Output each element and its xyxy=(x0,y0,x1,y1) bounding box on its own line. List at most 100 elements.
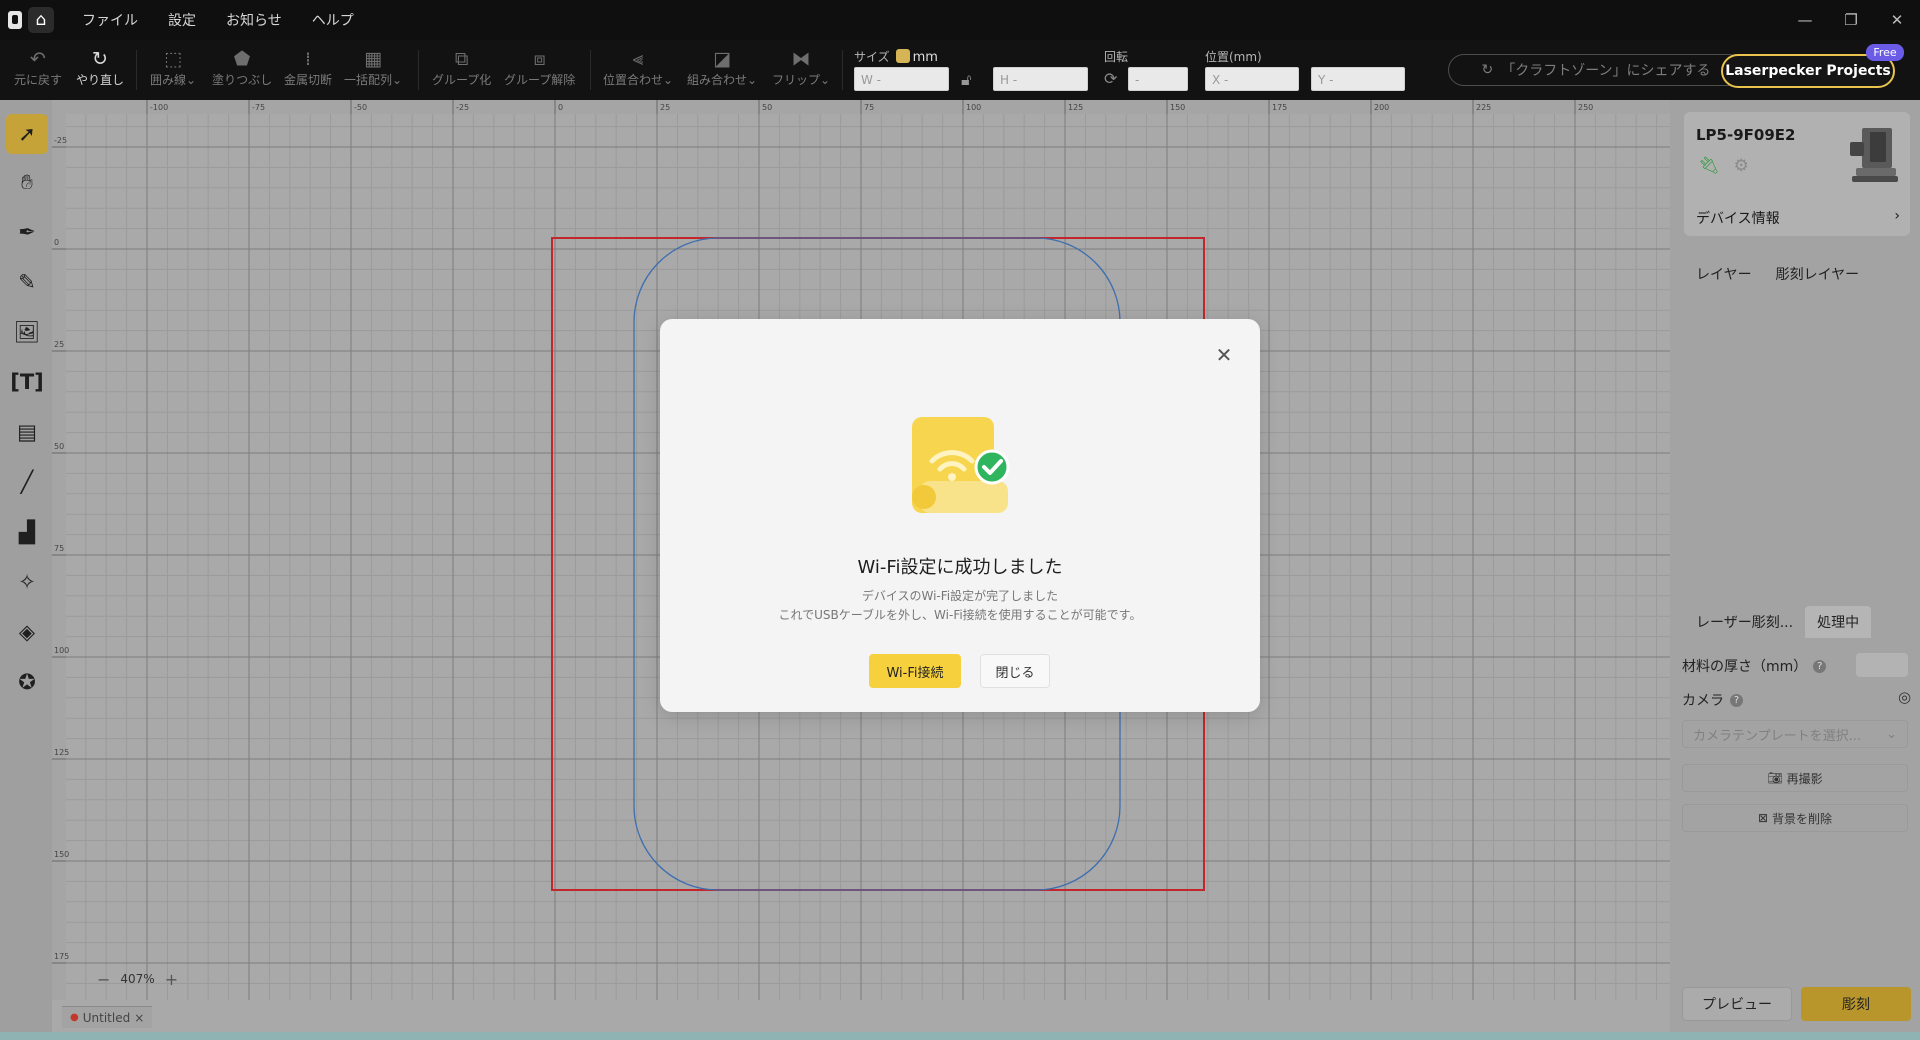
text-tool[interactable]: [T] xyxy=(6,362,48,402)
combine-icon: ◪ xyxy=(713,48,732,70)
ungroup-button[interactable]: ⧈ グループ解除 xyxy=(504,47,575,88)
width-input[interactable]: W - xyxy=(854,67,949,91)
minimize-button[interactable]: — xyxy=(1782,0,1828,40)
app-logo-icon xyxy=(8,11,22,29)
close-window-button[interactable]: ✕ xyxy=(1874,0,1920,40)
menu-settings[interactable]: 設定 xyxy=(154,10,210,30)
table-icon: ▤ xyxy=(17,420,37,444)
document-tab-label: Untitled xyxy=(82,1010,131,1025)
pentagon-icon: ⬟ xyxy=(233,48,251,70)
x-input[interactable]: X - xyxy=(1205,67,1299,91)
close-dialog-icon[interactable]: ✕ xyxy=(1214,343,1234,367)
thickness-input[interactable] xyxy=(1856,653,1908,677)
right-panel: LP5-9F09E2 🔌︎ ⚙ デバイス情報 › レイヤー 彫刻レイヤー レーザ… xyxy=(1670,100,1920,1032)
star-badge-icon: ✪ xyxy=(18,670,36,694)
wifi-connect-button[interactable]: Wi-Fi接続 xyxy=(869,654,961,688)
paint-bucket-icon: ◈ xyxy=(18,620,36,644)
device-info-link[interactable]: デバイス情報 › xyxy=(1696,208,1900,228)
zoom-out-button[interactable]: − xyxy=(97,970,110,989)
lock-icon[interactable]: 🔓︎ xyxy=(961,70,971,90)
usb-plug-icon: 🔌︎ xyxy=(1698,156,1720,176)
ruler-x-tick: 25 xyxy=(660,103,670,112)
taskbar-strip xyxy=(0,1032,1920,1040)
unit-toggle-icon[interactable] xyxy=(895,49,910,63)
combine-label: 組み合わせ⌄ xyxy=(687,73,758,87)
y-input[interactable]: Y - xyxy=(1311,67,1405,91)
engrave-button[interactable]: 彫刻 xyxy=(1801,987,1911,1021)
position-label: 位置(mm) xyxy=(1205,50,1262,64)
metal-cut-label: 金属切断 xyxy=(284,73,333,87)
undo-button[interactable]: ↶ 元に戻す xyxy=(14,47,62,88)
line-icon: ╱ xyxy=(20,470,34,494)
fill-bucket-tool[interactable]: ◈ xyxy=(6,612,48,652)
pencil-tool[interactable]: ✎ xyxy=(6,262,48,302)
select-tool[interactable]: ➚ xyxy=(6,114,48,154)
hand-tool[interactable]: ✋︎ xyxy=(6,162,48,202)
menu-file[interactable]: ファイル xyxy=(68,10,152,30)
outline-icon: ⬚ xyxy=(164,48,183,70)
line-tool[interactable]: ╱ xyxy=(6,462,48,502)
close-button[interactable]: 閉じる xyxy=(980,654,1050,688)
group-icon: ⧉ xyxy=(454,48,469,70)
metal-cut-button[interactable]: ⁞ 金属切断 xyxy=(284,47,332,88)
home-icon[interactable]: ⌂ xyxy=(28,7,54,33)
group-button[interactable]: ⧉ グループ化 xyxy=(432,47,491,88)
material-tool[interactable]: ✪ xyxy=(6,662,48,702)
stamp-tool[interactable]: ▟ xyxy=(6,512,48,552)
preview-button[interactable]: プレビュー xyxy=(1682,987,1792,1021)
flip-label: フリップ⌄ xyxy=(772,73,831,87)
help-icon[interactable]: ? xyxy=(1730,693,1743,707)
metal-cut-icon: ⁞ xyxy=(304,48,312,70)
wifi-success-illustration xyxy=(912,417,1010,513)
tab-processing[interactable]: 処理中 xyxy=(1805,606,1872,638)
ruler-y-tick: 175 xyxy=(54,952,69,961)
array-button[interactable]: ▦ 一括配列⌄ xyxy=(344,47,402,88)
redo-button[interactable]: ↻ やり直し xyxy=(76,47,124,88)
close-tab-icon[interactable]: × xyxy=(134,1011,144,1025)
image-tool[interactable]: 🖼︎ xyxy=(6,312,48,352)
image-add-icon: 🖼︎ xyxy=(13,319,41,344)
align-button[interactable]: ⫷ 位置合わせ⌄ xyxy=(603,47,673,88)
menu-help[interactable]: ヘルプ xyxy=(298,10,368,30)
thickness-row: 材料の厚さ（mm） ? xyxy=(1682,656,1827,676)
tab-engrave-layer[interactable]: 彫刻レイヤー xyxy=(1764,258,1872,290)
camera-template-placeholder: カメラテンプレートを選択... xyxy=(1693,728,1862,744)
tab-layer[interactable]: レイヤー xyxy=(1684,258,1764,290)
retake-button[interactable]: 📷︎ 再撮影 xyxy=(1682,764,1908,792)
unsaved-dot-icon: ● xyxy=(70,1012,79,1023)
help-icon[interactable]: ? xyxy=(1813,659,1827,673)
fill-button[interactable]: ⬟ 塗りつぶし xyxy=(212,47,272,88)
undo-label: 元に戻す xyxy=(14,73,63,87)
ungroup-icon: ⧈ xyxy=(533,48,546,70)
tab-laser-engrave[interactable]: レーザー彫刻... xyxy=(1684,606,1805,638)
rotate-input[interactable]: - xyxy=(1128,67,1188,91)
document-tab[interactable]: ● Untitled × xyxy=(62,1006,153,1028)
share-craftzone-button[interactable]: ↻ 「クラフトゾーン」にシェアする xyxy=(1448,54,1744,86)
camera-template-select[interactable]: カメラテンプレートを選択... ⌄ xyxy=(1682,720,1908,748)
table-tool[interactable]: ▤ xyxy=(6,412,48,452)
chevron-down-icon: ⌄ xyxy=(1886,726,1897,742)
ruler-x-tick: 175 xyxy=(1272,103,1287,112)
remove-background-button[interactable]: ⊠ 背景を削除 xyxy=(1682,804,1908,832)
combine-button[interactable]: ◪ 組み合わせ⌄ xyxy=(687,47,757,88)
height-input[interactable]: H - xyxy=(993,67,1088,91)
gear-icon[interactable]: ⚙ xyxy=(1734,156,1749,176)
menu-notices[interactable]: お知らせ xyxy=(212,10,296,30)
share-icon: ↻ xyxy=(1481,62,1494,78)
zoom-in-button[interactable]: + xyxy=(165,970,178,989)
redo-icon: ↻ xyxy=(92,48,108,70)
outline-button[interactable]: ⬚ 囲み線⌄ xyxy=(150,47,196,88)
grid-icon: ▦ xyxy=(364,48,383,70)
flip-button[interactable]: ⧓ フリップ⌄ xyxy=(772,47,830,88)
camera-icon: 📷︎ xyxy=(1767,771,1783,785)
restore-button[interactable]: ❐ xyxy=(1828,0,1874,40)
pen-tool[interactable]: ✒︎ xyxy=(6,212,48,252)
ruler-x-tick: -50 xyxy=(354,103,367,112)
camera-settings-icon[interactable]: ◎ xyxy=(1898,688,1911,706)
title-bar: ⌂ ファイル 設定 お知らせ ヘルプ — ❐ ✕ xyxy=(0,0,1920,40)
device-status-icons: 🔌︎ ⚙ xyxy=(1698,156,1749,176)
pencil-icon: ✎ xyxy=(18,270,36,294)
shape-tool[interactable]: ✧ xyxy=(6,562,48,602)
camera-row: カメラ ? xyxy=(1682,690,1743,710)
group-label: グループ化 xyxy=(432,73,492,87)
